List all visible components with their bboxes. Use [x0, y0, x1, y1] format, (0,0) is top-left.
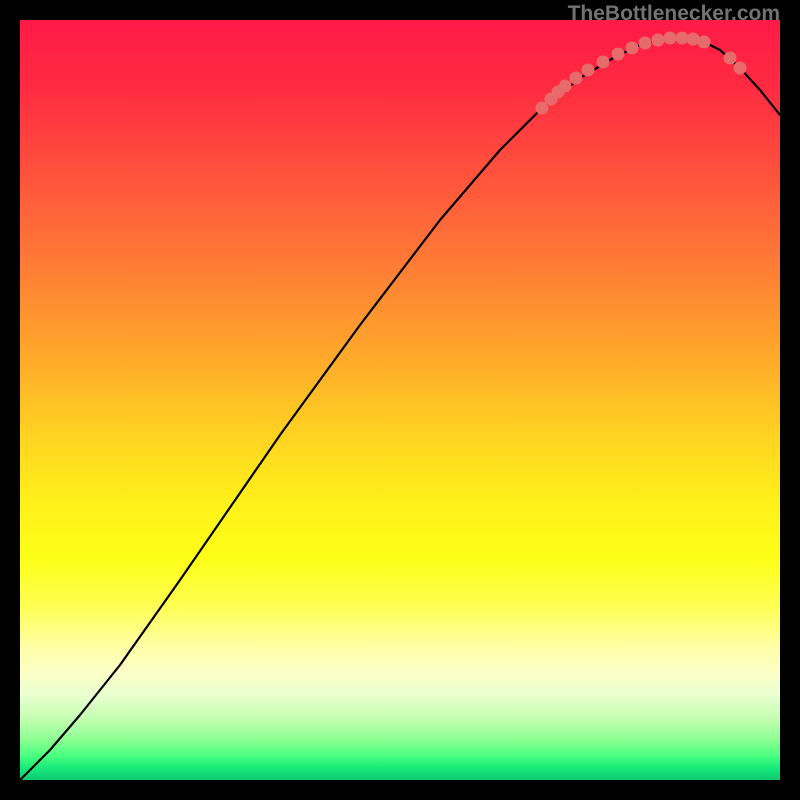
- scatter-point: [626, 42, 639, 55]
- scatter-point: [582, 64, 595, 77]
- scatter-point: [612, 48, 625, 61]
- scatter-point: [570, 72, 583, 85]
- scatter-point: [664, 32, 677, 45]
- scatter-point: [652, 34, 665, 47]
- scatter-point: [698, 36, 711, 49]
- watermark-text: TheBottlenecker.com: [568, 2, 780, 26]
- scatter-point: [687, 33, 700, 46]
- chart-svg: [20, 20, 780, 780]
- gradient-background: [20, 20, 780, 780]
- scatter-point: [676, 32, 689, 45]
- scatter-point: [597, 56, 610, 69]
- scatter-point: [734, 62, 747, 75]
- scatter-point: [559, 80, 572, 93]
- scatter-point: [639, 37, 652, 50]
- scatter-point: [724, 52, 737, 65]
